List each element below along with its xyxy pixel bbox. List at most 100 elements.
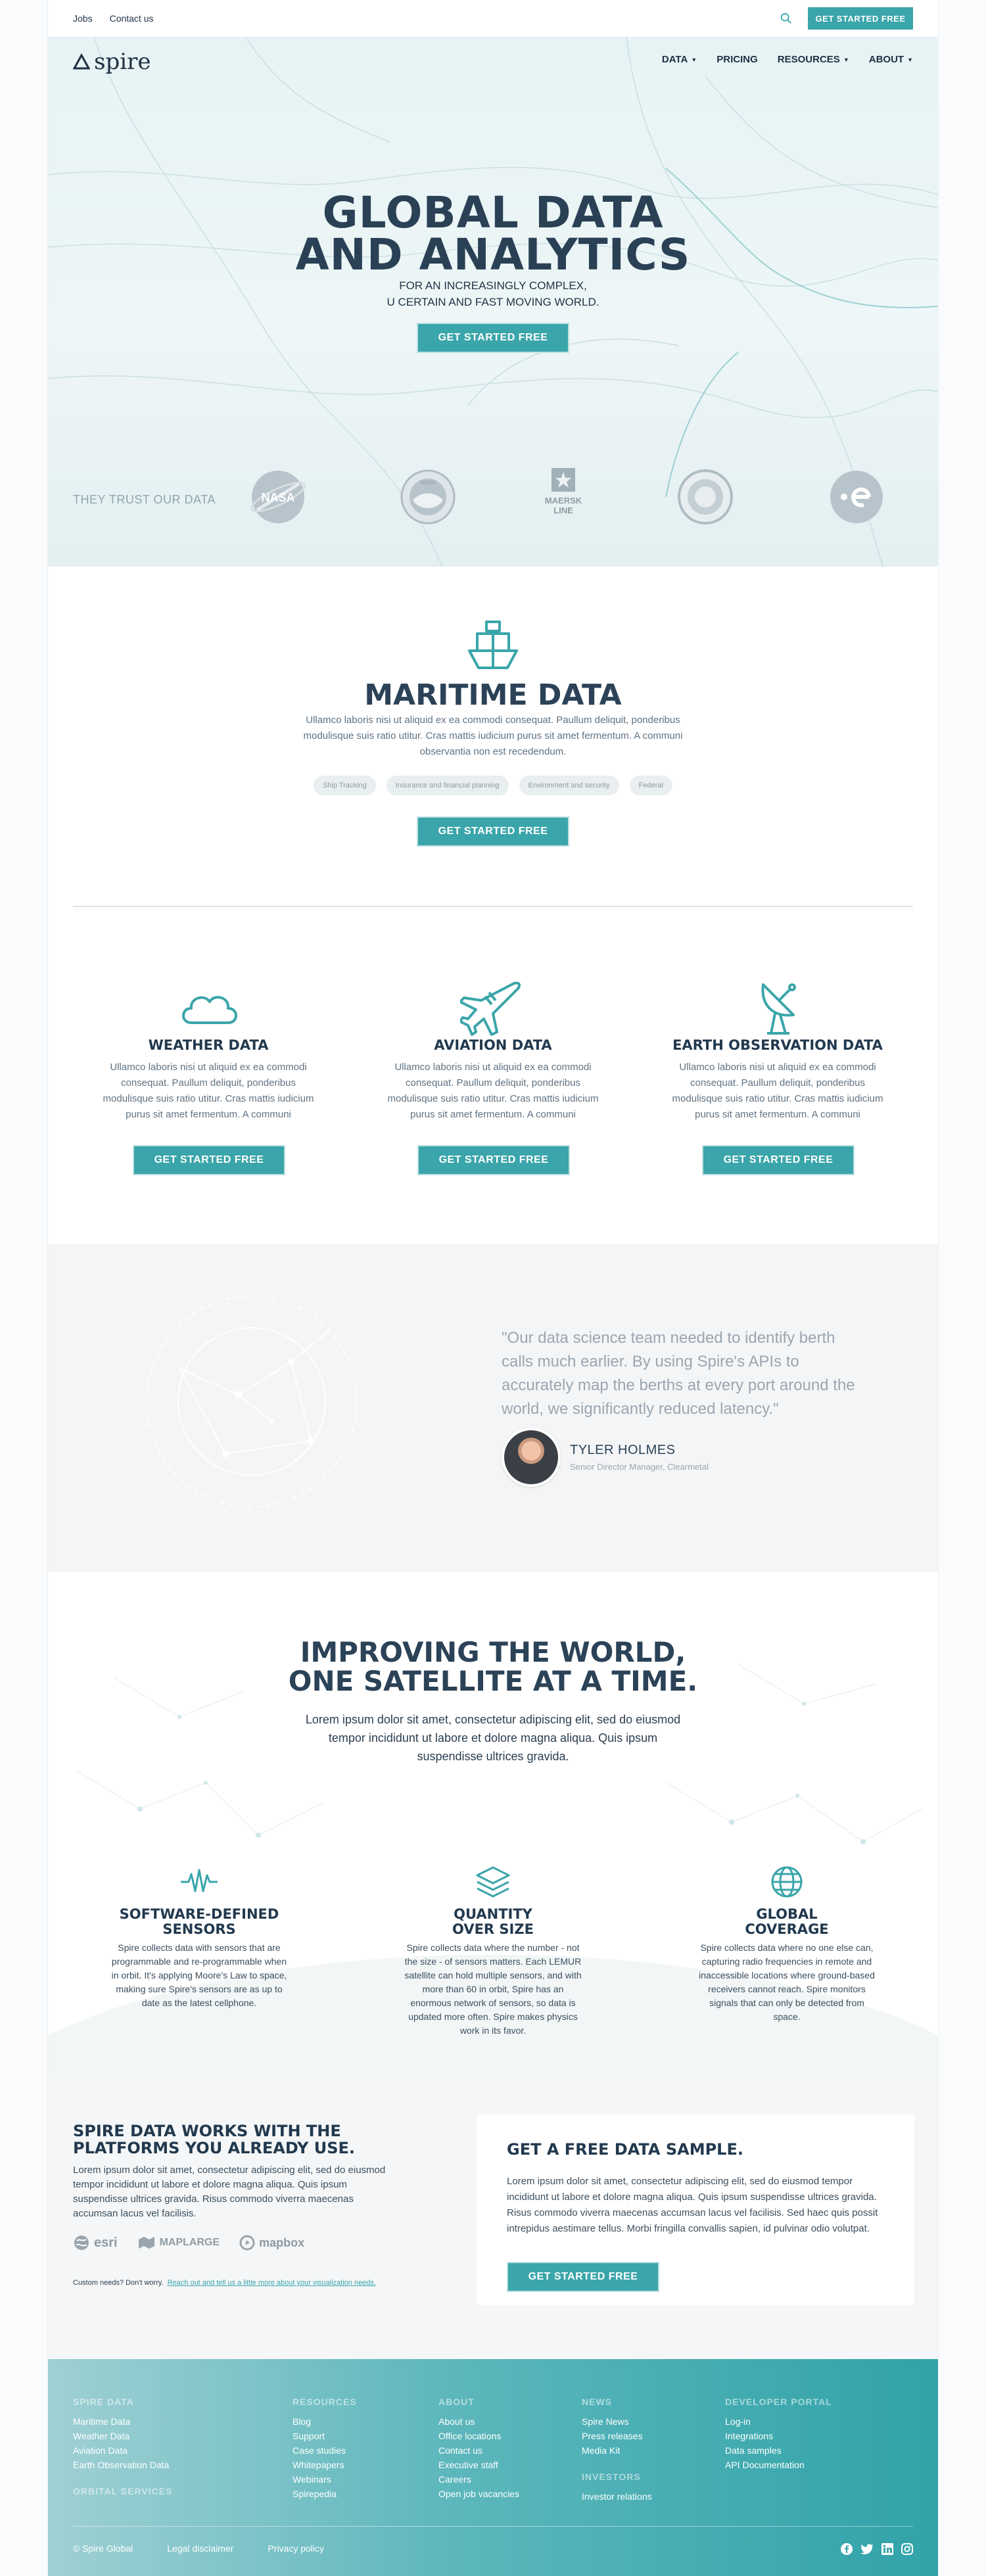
- maritime-get-started-button[interactable]: GET STARTED FREE: [417, 816, 569, 847]
- chip-insurance[interactable]: Insurance and financial planning: [386, 776, 509, 795]
- footer-link[interactable]: Webinars: [293, 2472, 357, 2487]
- feature-title: SOFTWARE-DEFINED SENSORS: [101, 1907, 298, 1937]
- nav-item-data[interactable]: DATA ▼: [662, 54, 697, 65]
- search-icon[interactable]: [780, 12, 792, 24]
- platforms-body: Lorem ipsum dolor sit amet, consectetur …: [73, 2165, 386, 2219]
- weather-get-started-button[interactable]: GET STARTED FREE: [133, 1145, 285, 1175]
- copyright: © Spire Global: [73, 2543, 133, 2554]
- partner-logos: esri MAPLARGE mapbox: [73, 2234, 304, 2251]
- contact-us-link[interactable]: Contact us: [110, 13, 154, 24]
- instagram-icon[interactable]: [901, 2543, 913, 2555]
- custom-needs-text: Custom needs? Don't worry.: [73, 2279, 164, 2287]
- caret-down-icon: ▼: [843, 57, 849, 64]
- trust-label: THEY TRUST OUR DATA: [73, 493, 216, 506]
- platforms-title-line2: PLATFORMS YOU ALREADY USE.: [73, 2139, 356, 2157]
- airplane-icon: [460, 981, 521, 1036]
- top-bar: Jobs Contact us GET STARTED FREE: [48, 0, 938, 37]
- footer-heading-orbital[interactable]: ORBITAL SERVICES: [73, 2484, 172, 2498]
- maersk-text: MAERSK: [545, 496, 582, 505]
- sample-body: Lorem ipsum dolor sit amet, consectetur …: [507, 2176, 878, 2234]
- linkedin-icon[interactable]: [881, 2543, 893, 2555]
- nasa-logo: NASA: [245, 464, 311, 530]
- feature-title: GLOBAL COVERAGE: [688, 1907, 885, 1937]
- footer-link[interactable]: Whitepapers: [293, 2458, 357, 2472]
- footer-link[interactable]: Media Kit: [582, 2443, 652, 2458]
- esri-logo: esri: [73, 2234, 118, 2251]
- author-role: Senior Director Manager, Clearmetal: [570, 1462, 709, 1472]
- chip-environment[interactable]: Environment and security: [519, 776, 619, 795]
- footer-heading: ABOUT: [438, 2397, 475, 2407]
- nav-item-about[interactable]: ABOUT ▼: [869, 54, 913, 65]
- footer-link[interactable]: Spirepedia: [293, 2487, 357, 2501]
- footer-link[interactable]: API Documentation: [725, 2458, 832, 2472]
- hero-title-line2: AND ANALYTICS: [295, 229, 691, 280]
- nav-about-label: ABOUT: [868, 54, 904, 65]
- footer-link[interactable]: About us: [438, 2414, 519, 2429]
- footer-link[interactable]: Investor relations: [582, 2489, 652, 2504]
- aviation-get-started-button[interactable]: GET STARTED FREE: [417, 1145, 570, 1175]
- improving-title-line1: IMPROVING THE WORLD,: [300, 1636, 686, 1668]
- maplarge-label: MAPLARGE: [159, 2237, 220, 2248]
- earth-observation-title: EARTH OBSERVATION DATA: [672, 1037, 883, 1053]
- footer-col-about: ABOUT About us Office locations Contact …: [438, 2395, 519, 2501]
- footer-link[interactable]: Contact us: [438, 2443, 519, 2458]
- nav-item-resources[interactable]: RESOURCES ▼: [778, 54, 849, 65]
- twitter-icon[interactable]: [860, 2543, 874, 2555]
- platforms-title-line1: SPIRE DATA WORKS WITH THE: [73, 2122, 341, 2140]
- chip-ship-tracking[interactable]: Ship Tracking: [314, 776, 376, 795]
- earth-observation-body: Ullamco laboris nisi ut aliquid ex ea co…: [672, 1062, 883, 1120]
- facebook-icon[interactable]: [841, 2543, 853, 2555]
- feature-title-line2: OVER SIZE: [452, 1921, 534, 1937]
- footer-link[interactable]: Log-in: [725, 2414, 832, 2429]
- legal-disclaimer-link[interactable]: Legal disclaimer: [167, 2543, 233, 2554]
- aviation-data-title: AVIATION DATA: [434, 1037, 552, 1053]
- footer: SPIRE DATA Maritime Data Weather Data Av…: [48, 2359, 938, 2576]
- chip-federal[interactable]: Federal: [629, 776, 672, 795]
- jobs-link[interactable]: Jobs: [73, 13, 93, 24]
- footer-link[interactable]: Blog: [293, 2414, 357, 2429]
- hero-get-started-button[interactable]: GET STARTED FREE: [417, 323, 569, 353]
- aviation-data-body: Ullamco laboris nisi ut aliquid ex ea co…: [387, 1062, 599, 1120]
- footer-link[interactable]: Case studies: [293, 2443, 357, 2458]
- maritime-section: MARITIME DATA Ullamco laboris nisi ut al…: [48, 567, 938, 908]
- feature-title-line2: SENSORS: [162, 1921, 236, 1937]
- feature-title-line1: GLOBAL: [756, 1906, 818, 1922]
- hero-subtitle-line2: U CERTAIN AND FAST MOVING WORLD.: [387, 296, 599, 308]
- footer-link[interactable]: Integrations: [725, 2429, 832, 2443]
- footer-link[interactable]: Aviation Data: [73, 2443, 172, 2458]
- testimonial-section: "Our data science team needed to identif…: [48, 1244, 938, 1572]
- esa-logo: [824, 464, 889, 530]
- footer-link[interactable]: Careers: [438, 2472, 519, 2487]
- footer-link[interactable]: Data samples: [725, 2443, 832, 2458]
- earth-observation-get-started-button[interactable]: GET STARTED FREE: [702, 1145, 855, 1175]
- waveform-icon: [181, 1869, 218, 1892]
- testimonial-quote: "Our data science team needed to identif…: [502, 1329, 855, 1418]
- footer-link[interactable]: Maritime Data: [73, 2414, 172, 2429]
- spire-logo[interactable]: spire: [73, 49, 151, 75]
- nav-resources-label: RESOURCES: [777, 54, 840, 65]
- footer-link[interactable]: Weather Data: [73, 2429, 172, 2443]
- footer-link[interactable]: Support: [293, 2429, 357, 2443]
- custom-needs-link[interactable]: Reach out and tell us a little more abou…: [168, 2279, 376, 2287]
- sample-get-started-button[interactable]: GET STARTED FREE: [507, 2262, 659, 2292]
- feature-body: Spire collects data where the number - n…: [404, 1942, 582, 2036]
- footer-divider: [73, 2526, 913, 2527]
- maersk-text-line2: LINE: [553, 505, 573, 515]
- globe-icon: [74, 2236, 89, 2250]
- privacy-policy-link[interactable]: Privacy policy: [268, 2543, 324, 2554]
- footer-link[interactable]: Executive staff: [438, 2458, 519, 2472]
- nav-item-pricing[interactable]: PRICING: [716, 54, 758, 65]
- footer-link[interactable]: Office locations: [438, 2429, 519, 2443]
- footer-link[interactable]: Earth Observation Data: [73, 2458, 172, 2472]
- caret-down-icon: ▼: [691, 57, 697, 64]
- footer-link[interactable]: Spire News: [582, 2414, 652, 2429]
- improving-body: Lorem ipsum dolor sit amet, consectetur …: [305, 1713, 681, 1763]
- footer-link[interactable]: Press releases: [582, 2429, 652, 2443]
- weather-data-body: Ullamco laboris nisi ut aliquid ex ea co…: [103, 1062, 314, 1120]
- ship-icon: [468, 621, 518, 669]
- hero-section: spire DATA ▼ PRICING RESOURCES ▼ ABOUT ▼ GL…: [48, 37, 938, 567]
- footer-link[interactable]: Open job vacancies: [438, 2487, 519, 2501]
- nav-pricing-label: PRICING: [716, 54, 758, 65]
- topbar-get-started-button[interactable]: GET STARTED FREE: [808, 7, 913, 30]
- custom-needs: Custom needs? Don't worry. Reach out and …: [73, 2279, 376, 2287]
